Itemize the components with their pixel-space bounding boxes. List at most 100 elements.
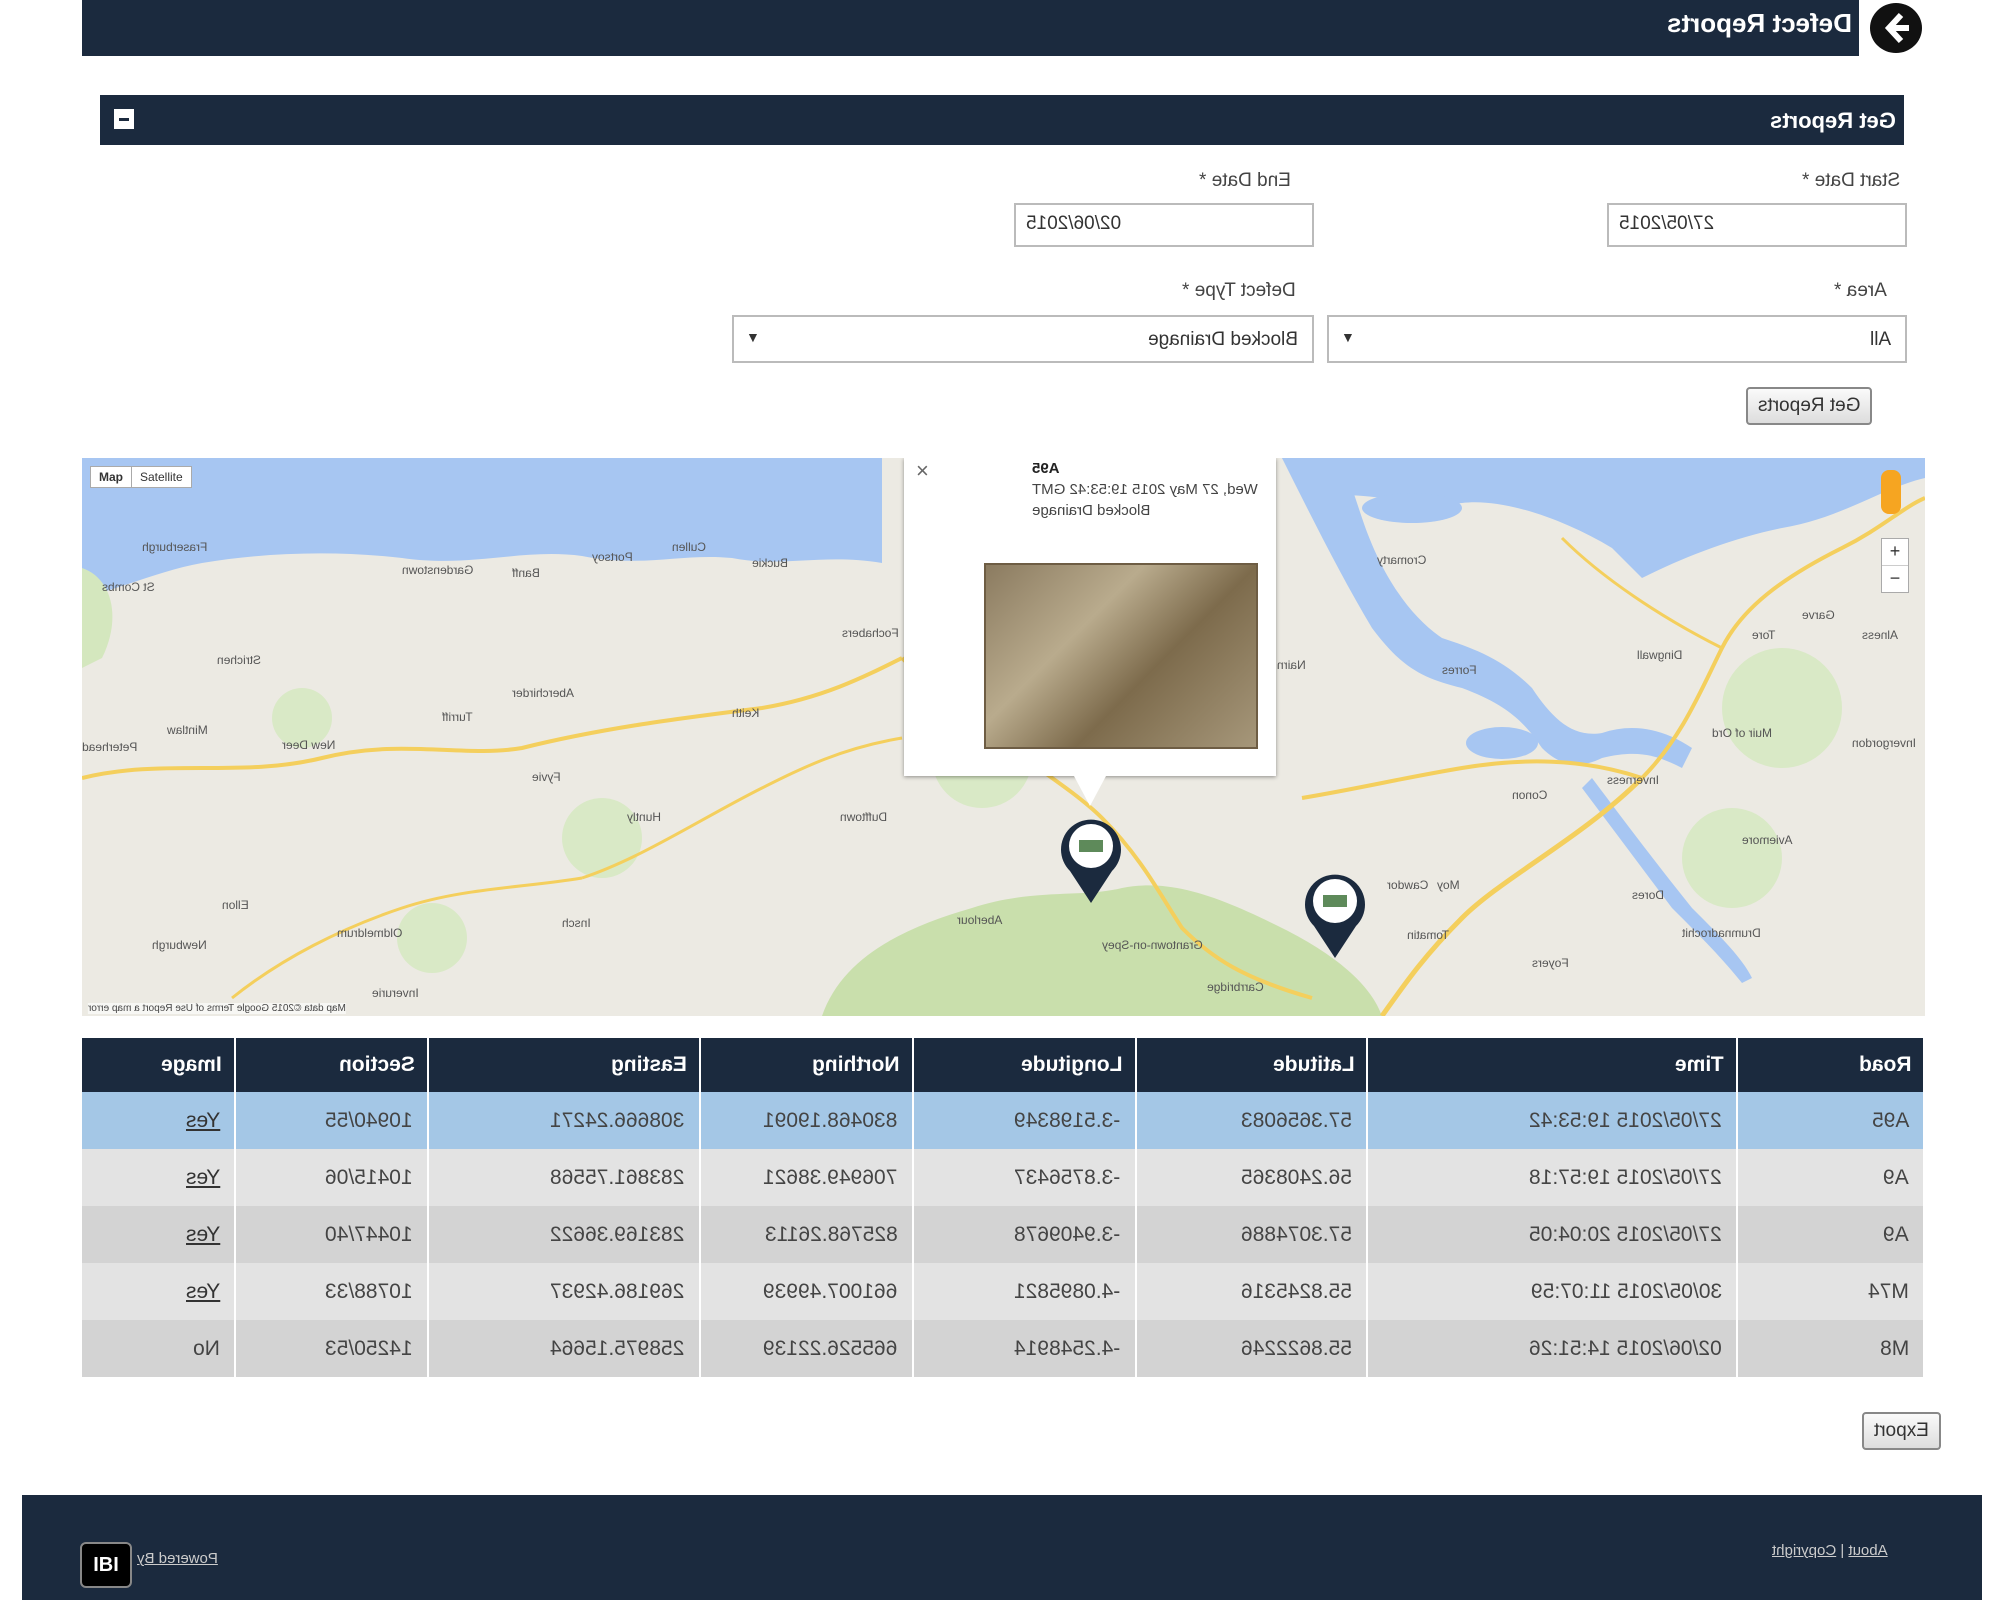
cell-time: 02/06/2015 14:51:26 [1367, 1320, 1739, 1377]
table-row[interactable]: Yes 10415/06 283861.75568 706949.38621 -… [82, 1149, 1925, 1206]
column-header-latitude[interactable]: Latitude [1135, 1038, 1369, 1092]
cell-latitude: 56.2408365 [1135, 1149, 1369, 1206]
town-label: Gardenstown [402, 563, 474, 577]
collapse-button[interactable] [114, 109, 134, 129]
town-label: St Combs [102, 580, 155, 594]
town-label: Fochabers [842, 626, 899, 640]
cell-longitude: -3.5198349 [912, 1092, 1137, 1149]
column-header-image[interactable]: Image [82, 1038, 236, 1092]
cell-latitude: 57.3656083 [1135, 1092, 1369, 1149]
town-label: Mintlaw [167, 723, 208, 737]
table-row[interactable]: Yes 10447/40 283169.36622 825768.26113 -… [82, 1206, 1925, 1263]
start-date-label: Start Date * [1802, 170, 1901, 191]
footer-separator: | [1840, 1542, 1845, 1559]
powered-by-link[interactable]: Powered By [137, 1550, 218, 1567]
defect-type-label: Defect Type * [1182, 280, 1296, 301]
town-label: Newburgh [152, 938, 207, 952]
town-label: Grantown-on-Spey [1102, 938, 1203, 952]
table-header-row: Image Section Easting Northing Longitude… [82, 1038, 1925, 1092]
map-type-control: Map Satellite [90, 466, 192, 488]
cell-image[interactable]: Yes [82, 1149, 236, 1206]
cell-image[interactable]: Yes [82, 1206, 236, 1263]
town-label: Carrbridge [1207, 980, 1264, 994]
image-link: Yes [185, 1165, 220, 1189]
cell-time: 27/05/2015 20:04:05 [1367, 1206, 1739, 1263]
table-row[interactable]: Yes 10940/55 308666.24271 830468.19091 -… [82, 1092, 1925, 1149]
company-logo[interactable]: IBI [80, 1542, 132, 1588]
info-window-defect: Blocked Drainage [1032, 502, 1151, 519]
chevron-down-icon: ▼ [746, 329, 760, 345]
image-link: Yes [185, 1108, 220, 1132]
map-marker-icon[interactable] [1058, 813, 1124, 905]
map[interactable]: Map Satellite + − Fraserburgh St Combs S… [82, 458, 1925, 1016]
info-window-datetime: Wed, 27 May 2015 19:53:42 GMT [1032, 481, 1258, 498]
cell-northing: 706949.38621 [699, 1149, 914, 1206]
cell-road: A95 [1737, 1092, 1925, 1149]
cell-section: 14250/53 [234, 1320, 429, 1377]
map-type-map-button[interactable]: Map [91, 467, 132, 487]
copyright-link[interactable]: Copyright [1772, 1542, 1836, 1559]
zoom-in-button[interactable]: + [1882, 539, 1908, 565]
cell-easting: 308666.24271 [427, 1092, 701, 1149]
cell-image[interactable]: Yes [82, 1092, 236, 1149]
cell-image: No [82, 1320, 236, 1377]
town-label: Tomatin [1407, 928, 1450, 942]
end-date-input[interactable]: 02/06/2015 [1014, 203, 1314, 247]
town-label: Peterhead [82, 740, 138, 754]
close-icon[interactable]: × [916, 458, 929, 484]
defect-type-select[interactable]: ▼ Blocked Drainage [732, 315, 1314, 363]
column-header-road[interactable]: Road [1737, 1038, 1925, 1092]
start-date-input[interactable]: 27/05/2015 [1607, 203, 1907, 247]
town-label: Inverurie [372, 986, 419, 1000]
town-label: Garve [1802, 608, 1835, 622]
cell-time: 30/05/2015 11:07:59 [1367, 1263, 1739, 1320]
about-link[interactable]: About [1848, 1542, 1887, 1559]
map-type-satellite-button[interactable]: Satellite [132, 467, 191, 487]
cell-northing: 665526.22139 [699, 1320, 914, 1377]
table-row[interactable]: Yes 10788/33 269186.42937 661007.49939 -… [82, 1263, 1925, 1320]
info-window-road: A95 [1032, 460, 1060, 477]
cell-road: A9 [1737, 1149, 1925, 1206]
cell-northing: 830468.19091 [699, 1092, 914, 1149]
cell-longitude: -3.9409678 [912, 1206, 1137, 1263]
town-label: Fyvie [532, 770, 561, 784]
town-label: Drumnadrochit [1682, 926, 1761, 940]
defect-photo-image [984, 563, 1258, 749]
town-label: Aviemore [1742, 833, 1793, 847]
column-header-time[interactable]: Time [1367, 1038, 1739, 1092]
area-select[interactable]: ▼ All [1327, 315, 1907, 363]
town-label: Aberlour [957, 913, 1003, 927]
town-label: Moy [1437, 878, 1460, 892]
cell-road: A9 [1737, 1206, 1925, 1263]
header-bar: Defect Reports [82, 0, 1859, 56]
cell-time: 27/05/2015 19:57:18 [1367, 1149, 1739, 1206]
get-reports-button[interactable]: Get Reports [1746, 387, 1873, 425]
street-view-pegman-icon[interactable] [1881, 470, 1901, 514]
town-label: Nairn [1277, 658, 1306, 672]
cell-latitude: 55.8245316 [1135, 1263, 1369, 1320]
defects-table: Image Section Easting Northing Longitude… [82, 1038, 1925, 1377]
town-label: Aberchirder [512, 686, 575, 700]
map-marker-icon[interactable] [1302, 868, 1368, 960]
zoom-out-button[interactable]: − [1882, 565, 1908, 592]
town-label: Conon [1512, 788, 1548, 802]
column-header-northing[interactable]: Northing [699, 1038, 914, 1092]
town-label: Ellon [222, 898, 249, 912]
cell-latitude: 57.3074886 [1135, 1206, 1369, 1263]
chevron-down-icon: ▼ [1341, 329, 1355, 345]
cell-image[interactable]: Yes [82, 1263, 236, 1320]
town-label: Oldmeldrum [337, 926, 403, 940]
back-button[interactable] [1867, 0, 1925, 56]
cell-section: 10447/40 [234, 1206, 429, 1263]
town-label: Cullen [672, 540, 707, 554]
cell-easting: 269186.42937 [427, 1263, 701, 1320]
export-button[interactable]: Export [1862, 1412, 1941, 1450]
column-header-easting[interactable]: Easting [427, 1038, 701, 1092]
town-label: Dingwall [1637, 648, 1683, 662]
cell-longitude: -3.8756437 [912, 1149, 1137, 1206]
town-label: Forres [1442, 663, 1477, 677]
column-header-section[interactable]: Section [234, 1038, 429, 1092]
column-header-longitude[interactable]: Longitude [912, 1038, 1137, 1092]
info-window-tip [1074, 776, 1106, 806]
table-row[interactable]: No 14250/53 258975.15664 665526.22139 -4… [82, 1320, 1925, 1377]
